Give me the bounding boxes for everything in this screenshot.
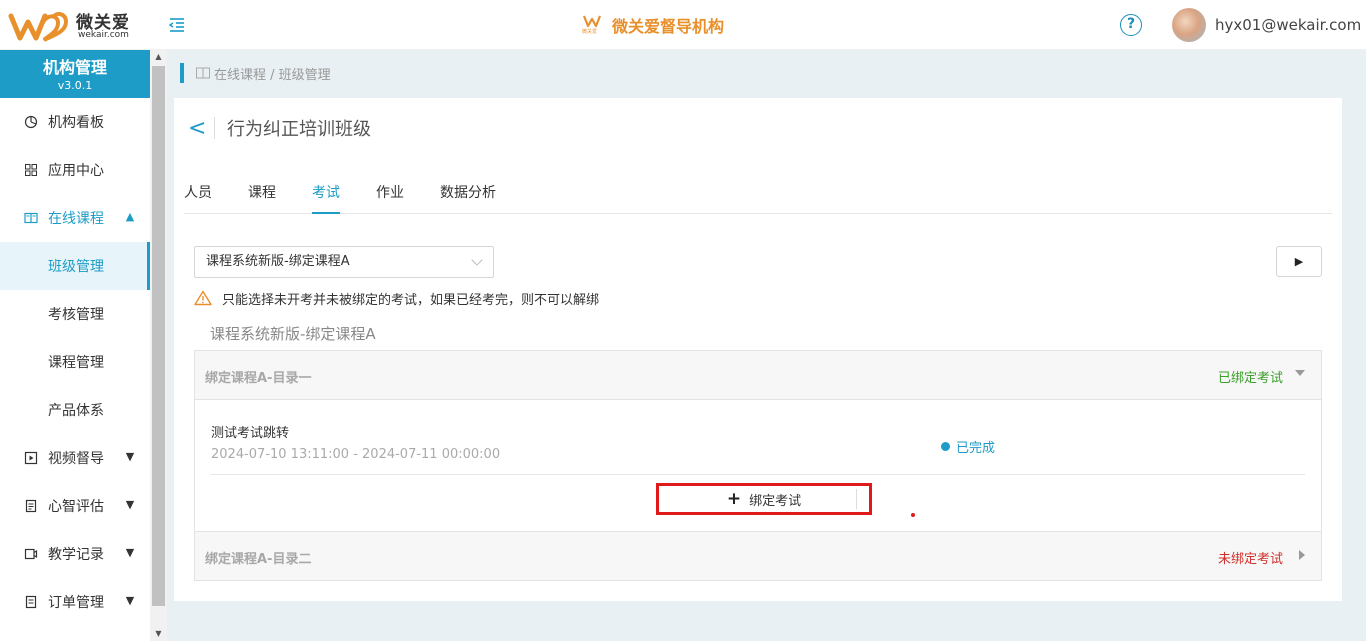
course-select[interactable]: 课程系统新版-绑定课程A	[194, 246, 494, 278]
plus-icon: +	[726, 489, 742, 509]
sidebar-scrollbar[interactable]: ▲ ▼	[150, 50, 167, 641]
order-icon	[25, 595, 37, 609]
cursor-marker	[911, 513, 915, 517]
grid-icon	[25, 164, 37, 176]
app-logo[interactable]: 微关爱 wekair.com	[8, 6, 138, 44]
top-bar: 微关爱 wekair.com 微关爱 微关爱督导机构 ? hyx01@wekai…	[0, 0, 1366, 50]
tab-data-analysis[interactable]: 数据分析	[440, 182, 496, 213]
sidebar-item-label: 教学记录	[48, 547, 104, 563]
sidebar-item-dashboard[interactable]: 机构看板	[0, 98, 150, 146]
caret-right-icon[interactable]	[1299, 550, 1305, 560]
breadcrumb-accent-bar	[180, 63, 184, 83]
sidebar-item-label: 应用中心	[48, 163, 104, 179]
course-select-value: 课程系统新版-绑定课程A	[206, 254, 350, 269]
bind-status-badge: 已绑定考试	[1217, 371, 1283, 386]
exam-status-text: 已完成	[956, 441, 996, 456]
warning-notice: 只能选择未开考并未被绑定的考试，如果已经考完，则不可以解绑	[194, 288, 599, 308]
chevron-down-icon: ▼	[125, 546, 135, 559]
clipboard-icon	[25, 499, 37, 513]
page-header: < 行为纠正培训班级	[188, 116, 371, 141]
header-divider	[214, 117, 215, 139]
chevron-up-icon: ▲	[125, 210, 135, 223]
caret-down-icon[interactable]	[1295, 370, 1305, 376]
divider	[856, 489, 857, 509]
course-group-title: 课程系统新版-绑定课程A	[210, 325, 376, 343]
directory-section-body: 测试考试跳转 2024-07-10 13:11:00 - 2024-07-11 …	[195, 399, 1321, 532]
scroll-up-icon[interactable]: ▲	[150, 50, 167, 64]
sidebar-item-product-system[interactable]: 产品体系	[0, 386, 150, 434]
sidebar-item-label: 班级管理	[48, 259, 104, 275]
sidebar-item-course-management[interactable]: 课程管理	[0, 338, 150, 386]
status-dot-icon	[941, 442, 950, 451]
warning-icon	[194, 290, 212, 306]
sidebar-item-label: 机构看板	[48, 115, 104, 131]
sidebar-item-teaching-record[interactable]: 教学记录 ▼	[0, 530, 150, 578]
sidebar-item-online-course[interactable]: 在线课程 ▲	[0, 194, 150, 242]
chevron-down-icon: ▼	[125, 594, 135, 607]
directory-name: 绑定课程A-目录一	[205, 371, 312, 386]
logo-subtext: wekair.com	[78, 30, 129, 40]
sidebar-item-label: 订单管理	[48, 595, 104, 611]
sidebar-item-label: 视频督导	[48, 451, 104, 467]
back-arrow-icon[interactable]: <	[188, 116, 206, 141]
menu-collapse-icon[interactable]	[168, 16, 186, 34]
sidebar-item-label: 在线课程	[48, 211, 104, 227]
breadcrumb: 在线课程 / 班级管理	[180, 63, 331, 83]
page-title: 行为纠正培训班级	[227, 119, 371, 140]
book-icon	[24, 212, 38, 224]
chevron-down-icon: ▼	[125, 498, 135, 511]
sidebar-item-assessment-management[interactable]: 考核管理	[0, 290, 150, 338]
directory-section-header[interactable]: 绑定课程A-目录一 已绑定考试	[195, 351, 1321, 399]
logo-mark-icon	[8, 12, 69, 42]
tab-courses[interactable]: 课程	[248, 182, 276, 213]
class-detail-card: < 行为纠正培训班级 人员 课程 考试 作业 数据分析 课程系统新版-绑定课程A…	[174, 98, 1342, 601]
play-button[interactable]: ▶	[1276, 246, 1322, 277]
directory-name: 绑定课程A-目录二	[205, 552, 312, 567]
video-icon	[24, 451, 38, 465]
sidebar-item-video-supervision[interactable]: 视频督导 ▼	[0, 434, 150, 482]
breadcrumb-text[interactable]: 在线课程 / 班级管理	[214, 64, 331, 83]
sidebar-item-order-management[interactable]: 订单管理 ▼	[0, 578, 150, 626]
exam-status: 已完成	[941, 437, 995, 456]
bind-exam-label: 绑定考试	[749, 493, 802, 509]
sidebar: 机构管理 v3.0.1 机构看板 应用中心 在线课程 ▲ 班级管理 考核管理 课…	[0, 50, 150, 641]
scroll-down-icon[interactable]: ▼	[150, 627, 167, 641]
sidebar-header: 机构管理 v3.0.1	[0, 50, 150, 98]
chevron-down-icon: ▼	[125, 450, 135, 463]
tab-bar: 人员 课程 考试 作业 数据分析	[184, 182, 1332, 214]
sidebar-item-label: 产品体系	[48, 403, 104, 419]
course-directory-panel: 绑定课程A-目录一 已绑定考试 测试考试跳转 2024-07-10 13:11:…	[194, 350, 1322, 581]
sidebar-item-label: 考核管理	[48, 307, 104, 323]
tab-exams[interactable]: 考试	[312, 182, 340, 214]
sidebar-title: 机构管理	[42, 58, 107, 77]
bind-exam-button[interactable]: + 绑定考试	[656, 483, 872, 515]
exam-name: 测试考试跳转	[211, 426, 290, 441]
sidebar-item-label: 课程管理	[48, 355, 104, 371]
book-icon	[196, 67, 210, 79]
avatar[interactable]	[1172, 8, 1206, 42]
brand-header: 微关爱 微关爱督导机构	[582, 13, 724, 37]
divider	[211, 474, 1305, 475]
help-icon[interactable]: ?	[1120, 14, 1142, 36]
brand-mini-logo-icon: 微关爱	[582, 13, 602, 37]
directory-section-header[interactable]: 绑定课程A-目录二 未绑定考试	[195, 532, 1321, 580]
warning-text: 只能选择未开考并未被绑定的考试，如果已经考完，则不可以解绑	[222, 292, 600, 308]
sidebar-item-class-management[interactable]: 班级管理	[0, 242, 150, 290]
scrollbar-thumb[interactable]	[152, 66, 165, 606]
pie-chart-icon	[24, 115, 38, 129]
chevron-down-icon	[471, 254, 483, 266]
exam-time: 2024-07-10 13:11:00 - 2024-07-11 00:00:0…	[211, 447, 501, 462]
sidebar-item-mind-assessment[interactable]: 心智评估 ▼	[0, 482, 150, 530]
bind-status-badge: 未绑定考试	[1217, 552, 1283, 567]
sidebar-item-app-center[interactable]: 应用中心	[0, 146, 150, 194]
username[interactable]: hyx01@wekair.com	[1215, 16, 1361, 34]
tab-homework[interactable]: 作业	[376, 182, 404, 213]
tab-members[interactable]: 人员	[184, 182, 212, 213]
record-icon	[24, 548, 38, 560]
sidebar-version: v3.0.1	[57, 79, 93, 92]
brand-mini-logo-text: 微关爱	[582, 29, 598, 35]
brand-title: 微关爱督导机构	[612, 17, 725, 36]
sidebar-item-label: 心智评估	[48, 499, 104, 515]
play-icon: ▶	[1294, 255, 1304, 268]
